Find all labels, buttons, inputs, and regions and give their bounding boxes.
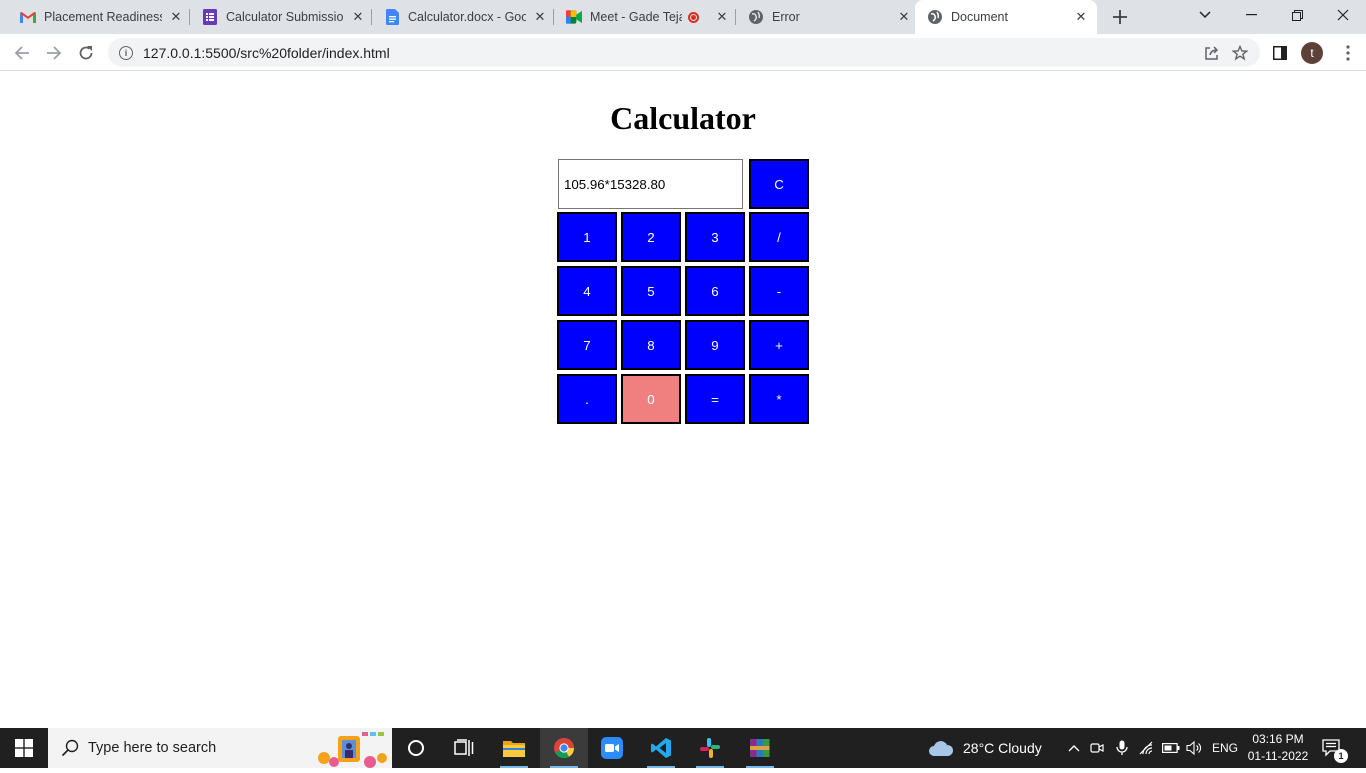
key-4-button[interactable]: 4 <box>557 266 617 316</box>
page-content: Calculator 105.96*15328.80 C 1 2 3 / 4 5… <box>0 71 1366 728</box>
weather-text: 28°C Cloudy <box>963 740 1042 756</box>
tab-title: Document <box>951 10 1008 24</box>
notification-count-badge: 1 <box>1334 749 1348 763</box>
new-tab-button[interactable] <box>1108 5 1132 29</box>
key-1-button[interactable]: 1 <box>557 212 617 262</box>
windows-logo-icon <box>15 739 33 757</box>
add-button[interactable]: + <box>749 320 809 370</box>
cortana-icon[interactable] <box>392 728 440 768</box>
page-title: Calculator <box>610 100 756 136</box>
clear-button[interactable]: C <box>749 159 809 209</box>
volume-icon[interactable] <box>1186 728 1204 768</box>
vscode-icon[interactable] <box>637 728 685 768</box>
recording-icon <box>688 11 699 23</box>
meet-icon <box>566 9 582 25</box>
tab-document[interactable]: Document ✕ <box>915 0 1097 34</box>
divide-button[interactable]: / <box>749 212 809 262</box>
notification-center-button[interactable]: 1 <box>1322 728 1352 768</box>
close-icon[interactable]: ✕ <box>896 9 912 25</box>
slack-icon[interactable] <box>686 728 734 768</box>
tab-title: Calculator.docx - Goo <box>408 10 526 24</box>
profile-avatar[interactable]: t <box>1301 42 1323 64</box>
url-text: 127.0.0.1:5500/src%20folder/index.html <box>143 44 390 61</box>
tab-title: Placement Readiness T <box>44 10 162 24</box>
file-explorer-icon[interactable] <box>490 728 538 768</box>
tab-meet[interactable]: Meet - Gade Teja ✕ <box>546 0 736 34</box>
key-7-button[interactable]: 7 <box>557 320 617 370</box>
share-icon[interactable] <box>1198 39 1226 67</box>
wifi-icon[interactable] <box>1139 728 1155 768</box>
chrome-icon[interactable] <box>540 728 588 768</box>
search-placeholder: Type here to search <box>88 740 217 756</box>
start-button[interactable] <box>0 728 48 768</box>
menu-icon[interactable] <box>1334 39 1362 67</box>
site-info-icon[interactable]: i <box>119 45 133 60</box>
tab-title: Calculator Submission <box>226 10 344 24</box>
tab-calculator-docx[interactable]: Calculator.docx - Goo ✕ <box>364 0 554 34</box>
tab-title: Meet - Gade Teja <box>590 10 682 24</box>
globe-icon <box>927 9 943 25</box>
key-3-button[interactable]: 3 <box>685 212 745 262</box>
clock-date: 01-11-2022 <box>1247 749 1309 763</box>
gmail-icon <box>20 9 36 25</box>
taskbar-search[interactable]: Type here to search <box>48 728 392 768</box>
battery-icon[interactable] <box>1162 728 1180 768</box>
windows-taskbar: Type here to search 28°C Cloudy ENG 03:1… <box>0 728 1366 768</box>
multiply-button[interactable]: * <box>749 374 809 424</box>
browser-tab-strip: Placement Readiness T ✕ Calculator Submi… <box>0 0 1366 34</box>
bookmark-star-icon[interactable] <box>1226 39 1254 67</box>
tab-placement-readiness[interactable]: Placement Readiness T ✕ <box>0 0 190 34</box>
side-panel-icon[interactable] <box>1266 39 1294 67</box>
meet-now-icon[interactable] <box>1090 728 1104 768</box>
equals-button[interactable]: = <box>685 374 745 424</box>
show-hidden-icons-button[interactable] <box>1066 728 1082 768</box>
key-9-button[interactable]: 9 <box>685 320 745 370</box>
restore-button[interactable] <box>1274 0 1320 30</box>
calculator-display[interactable]: 105.96*15328.80 <box>558 159 743 209</box>
input-language[interactable]: ENG <box>1212 728 1238 768</box>
tab-search-button[interactable] <box>1182 0 1228 30</box>
forms-icon <box>202 9 218 25</box>
subtract-button[interactable]: - <box>749 266 809 316</box>
minimize-button[interactable] <box>1228 0 1274 30</box>
weather-widget[interactable]: 28°C Cloudy <box>928 728 1042 768</box>
search-icon <box>60 738 80 758</box>
back-button[interactable] <box>8 39 36 67</box>
forward-button[interactable] <box>40 39 68 67</box>
close-icon[interactable]: ✕ <box>1073 9 1089 25</box>
microphone-icon[interactable] <box>1116 728 1128 768</box>
zoom-icon[interactable] <box>588 728 636 768</box>
taskbar-clock[interactable]: 03:16 PM 01-11-2022 <box>1240 731 1316 765</box>
tab-title: Error <box>772 10 800 24</box>
search-highlight-illustration <box>312 728 392 768</box>
key-8-button[interactable]: 8 <box>621 320 681 370</box>
tab-error[interactable]: Error ✕ <box>728 0 918 34</box>
key-0-button[interactable]: 0 <box>621 374 681 424</box>
clock-time: 03:16 PM <box>1252 732 1304 746</box>
task-view-icon[interactable] <box>440 728 488 768</box>
winrar-icon[interactable] <box>736 728 784 768</box>
key-5-button[interactable]: 5 <box>621 266 681 316</box>
cloud-icon <box>929 741 954 756</box>
close-window-button[interactable] <box>1320 0 1366 30</box>
reload-button[interactable] <box>72 39 100 67</box>
key-2-button[interactable]: 2 <box>621 212 681 262</box>
globe-icon <box>748 9 764 25</box>
tab-calculator-submission[interactable]: Calculator Submission ✕ <box>182 0 372 34</box>
decimal-button[interactable]: . <box>557 374 617 424</box>
browser-toolbar: i 127.0.0.1:5500/src%20folder/index.html… <box>0 34 1366 71</box>
docs-icon <box>384 9 400 25</box>
address-bar[interactable]: i 127.0.0.1:5500/src%20folder/index.html <box>108 38 1260 67</box>
key-6-button[interactable]: 6 <box>685 266 745 316</box>
